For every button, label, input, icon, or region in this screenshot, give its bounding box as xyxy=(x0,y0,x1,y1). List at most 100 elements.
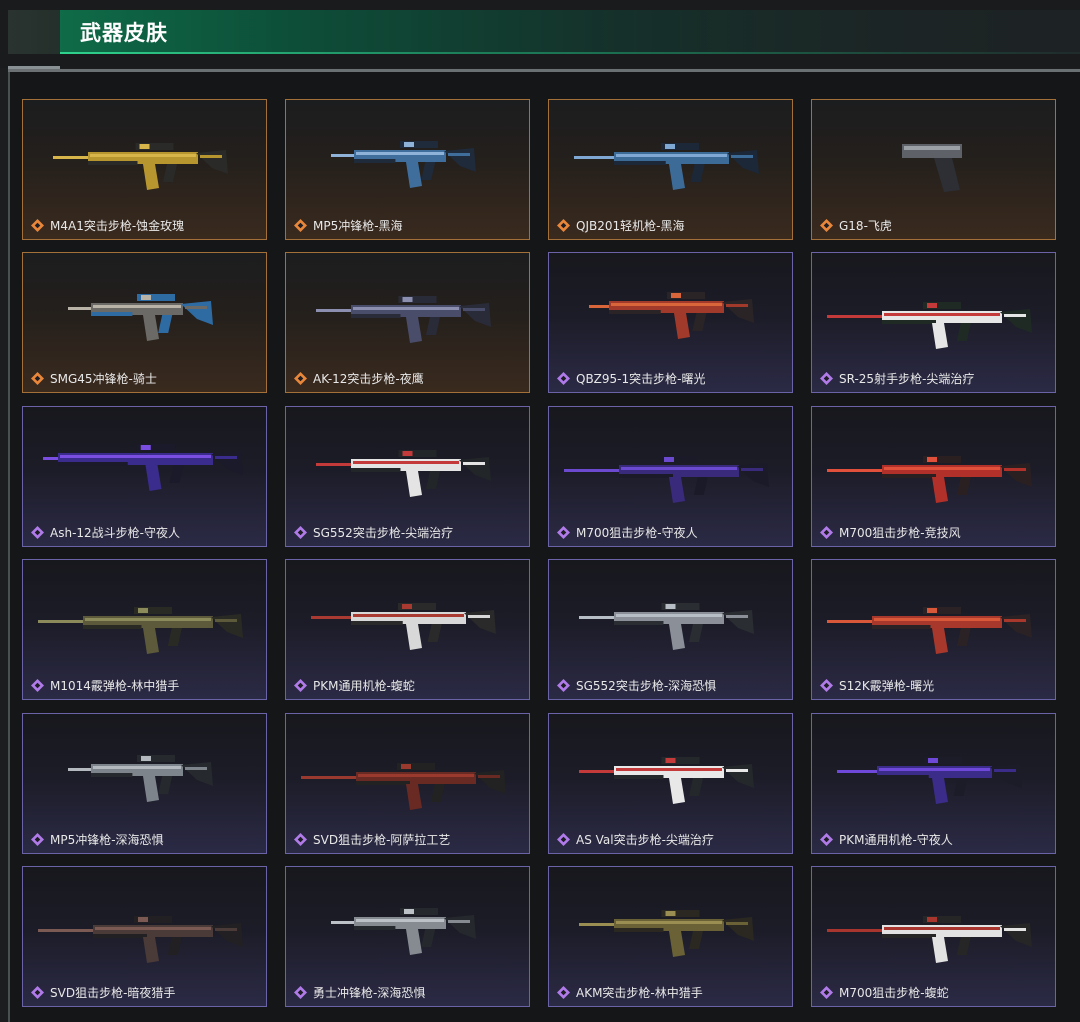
gun-stock-highlight xyxy=(463,461,485,465)
skin-card-label-row: 勇士冲锋枪-深海恐惧 xyxy=(294,984,425,1001)
skin-card[interactable]: SMG45冲锋枪-骑士 xyxy=(22,252,267,394)
skin-card-label: SG552突击步枪-深海恐惧 xyxy=(576,679,717,694)
gun-barrel xyxy=(311,616,356,620)
skin-card-label-row: S12K霰弹枪-曙光 xyxy=(820,677,934,694)
gun-stock-highlight xyxy=(478,774,500,778)
diamond-gold-icon xyxy=(31,219,44,232)
header-bar: 武器皮肤 xyxy=(0,0,1080,68)
diamond-gold-icon xyxy=(31,372,44,386)
diamond-purple-icon xyxy=(294,679,307,693)
skin-card[interactable]: M700狙击步枪-蝮蛇 xyxy=(811,866,1056,1007)
skin-card-label: M4A1突击步枪-蚀金玫瑰 xyxy=(50,219,185,233)
gun-stock-highlight xyxy=(468,615,490,619)
gun-receiver-highlight xyxy=(60,454,211,458)
gun-grip xyxy=(956,937,971,955)
diamond-purple-icon xyxy=(820,525,833,539)
gun-handguard xyxy=(91,312,133,317)
diamond-gold-icon xyxy=(820,219,833,232)
diamond-purple-icon xyxy=(31,679,44,693)
gun-receiver-highlight xyxy=(356,152,444,155)
skin-card[interactable]: G18-飞虎 xyxy=(811,99,1056,240)
gun-grip xyxy=(693,476,708,495)
skin-card[interactable]: PKM通用机枪-守夜人 xyxy=(811,712,1056,854)
gun-receiver-highlight xyxy=(90,154,196,157)
gun-stock-highlight xyxy=(215,619,237,623)
gun-handguard xyxy=(609,310,661,315)
gun-receiver-highlight xyxy=(616,154,727,157)
skin-card[interactable]: M700狙击步枪-守夜人 xyxy=(548,405,793,547)
skin-card-label: SVD狙击步枪-阿萨拉工艺 xyxy=(313,832,451,847)
skin-card[interactable]: M700狙击步枪-竞技风 xyxy=(811,405,1056,547)
gun-scope-lens xyxy=(404,142,414,147)
weapon-image xyxy=(311,603,496,651)
skin-card-label-row: SG552突击步枪-深海恐惧 xyxy=(557,677,716,694)
gun-handguard xyxy=(619,473,673,478)
gun-grip xyxy=(690,164,705,182)
skin-card[interactable]: PKM通用机枪-蝮蛇 xyxy=(285,559,530,701)
skin-card[interactable]: SG552突击步枪-深海恐惧 xyxy=(548,559,793,701)
skin-card-label-row: SVD狙击步枪-暗夜猎手 xyxy=(31,984,175,1001)
gun-stock-highlight xyxy=(726,615,748,619)
skin-card-label-row: M700狙击步枪-蝮蛇 xyxy=(820,984,949,1001)
gun-grip xyxy=(934,158,960,192)
skin-card[interactable]: S12K霰弹枪-曙光 xyxy=(811,559,1056,701)
gun-barrel xyxy=(574,156,619,159)
gun-stock-highlight xyxy=(448,153,470,156)
skin-card[interactable]: MP5冲锋枪-深海恐惧 xyxy=(22,712,267,854)
skin-card[interactable]: AKM突击步枪-林中猎手 xyxy=(548,866,793,1007)
skin-card-label: M700狙击步枪-竞技风 xyxy=(839,525,961,540)
gun-grip xyxy=(167,937,182,955)
skin-card[interactable]: SR-25射手步枪-尖端治疗 xyxy=(811,252,1056,394)
skin-card[interactable]: AS Val突击步枪-尖端治疗 xyxy=(548,712,793,854)
gun-handguard xyxy=(614,774,664,779)
gun-receiver-highlight xyxy=(616,767,722,771)
skin-card-label: QJB201轻机枪-黑海 xyxy=(576,219,685,233)
gun-magazine xyxy=(932,476,948,503)
skin-card-label: PKM通用机枪-蝮蛇 xyxy=(313,679,415,694)
gun-scope-lens xyxy=(140,444,151,450)
skin-card[interactable]: AK-12突击步枪-夜鹰 xyxy=(285,252,530,394)
gun-scope-lens xyxy=(927,608,937,614)
skin-card[interactable]: Ash-12战斗步枪-守夜人 xyxy=(22,405,267,547)
diamond-purple-icon xyxy=(31,986,44,999)
gun-stock xyxy=(722,763,754,788)
gun-handguard xyxy=(91,772,133,777)
skin-card[interactable]: 勇士冲锋枪-深海恐惧 xyxy=(285,866,530,1007)
skin-card-label-row: SVD狙击步枪-阿萨拉工艺 xyxy=(294,831,450,848)
skin-card[interactable]: MP5冲锋枪-黑海 xyxy=(285,99,530,240)
diamond-gold-icon xyxy=(557,219,570,232)
gun-magazine xyxy=(669,931,685,957)
diamond-purple-icon xyxy=(820,372,833,386)
gun-scope-lens xyxy=(671,293,681,299)
gun-magazine xyxy=(669,164,685,190)
diamond-purple-icon xyxy=(31,832,44,846)
skin-card[interactable]: SVD狙击步枪-阿萨拉工艺 xyxy=(285,712,530,854)
skin-card-label-row: QBZ95-1突击步枪-曙光 xyxy=(557,370,705,387)
skin-card-label: M700狙击步枪-守夜人 xyxy=(576,525,698,540)
skin-card[interactable]: M1014霰弹枪-林中猎手 xyxy=(22,559,267,701)
gun-stock xyxy=(1000,309,1032,334)
gun-stock-highlight xyxy=(726,768,748,772)
skin-card[interactable]: QJB201轻机枪-黑海 xyxy=(548,99,793,240)
gun-scope-lens xyxy=(664,456,674,462)
gun-grip xyxy=(163,164,177,182)
gun-handguard xyxy=(88,161,138,165)
gun-barrel xyxy=(827,929,887,932)
page: 武器皮肤 M4A1突击步枪-蚀金玫瑰 MP5冲锋枪-黑海 QJB201轻机枪-黑海 G… xyxy=(0,0,1080,1022)
gun-magazine xyxy=(143,628,159,655)
gun-handguard xyxy=(93,934,147,938)
gun-stock xyxy=(181,301,213,326)
gun-scope-lens xyxy=(665,757,676,763)
skin-card[interactable]: SG552突击步枪-尖端治疗 xyxy=(285,405,530,547)
gun-grip xyxy=(689,777,703,796)
gun-barrel xyxy=(827,315,887,319)
header-back-block[interactable] xyxy=(8,10,60,54)
skin-card[interactable]: QBZ95-1突击步枪-曙光 xyxy=(548,252,793,394)
skin-card[interactable]: M4A1突击步枪-蚀金玫瑰 xyxy=(22,99,267,240)
gun-receiver-highlight xyxy=(879,767,990,771)
gun-scope-lens xyxy=(139,144,150,149)
gun-stock xyxy=(211,923,243,947)
gun-scope-lens xyxy=(402,604,412,610)
gun-magazine xyxy=(143,937,159,963)
skin-card[interactable]: SVD狙击步枪-暗夜猎手 xyxy=(22,866,267,1007)
